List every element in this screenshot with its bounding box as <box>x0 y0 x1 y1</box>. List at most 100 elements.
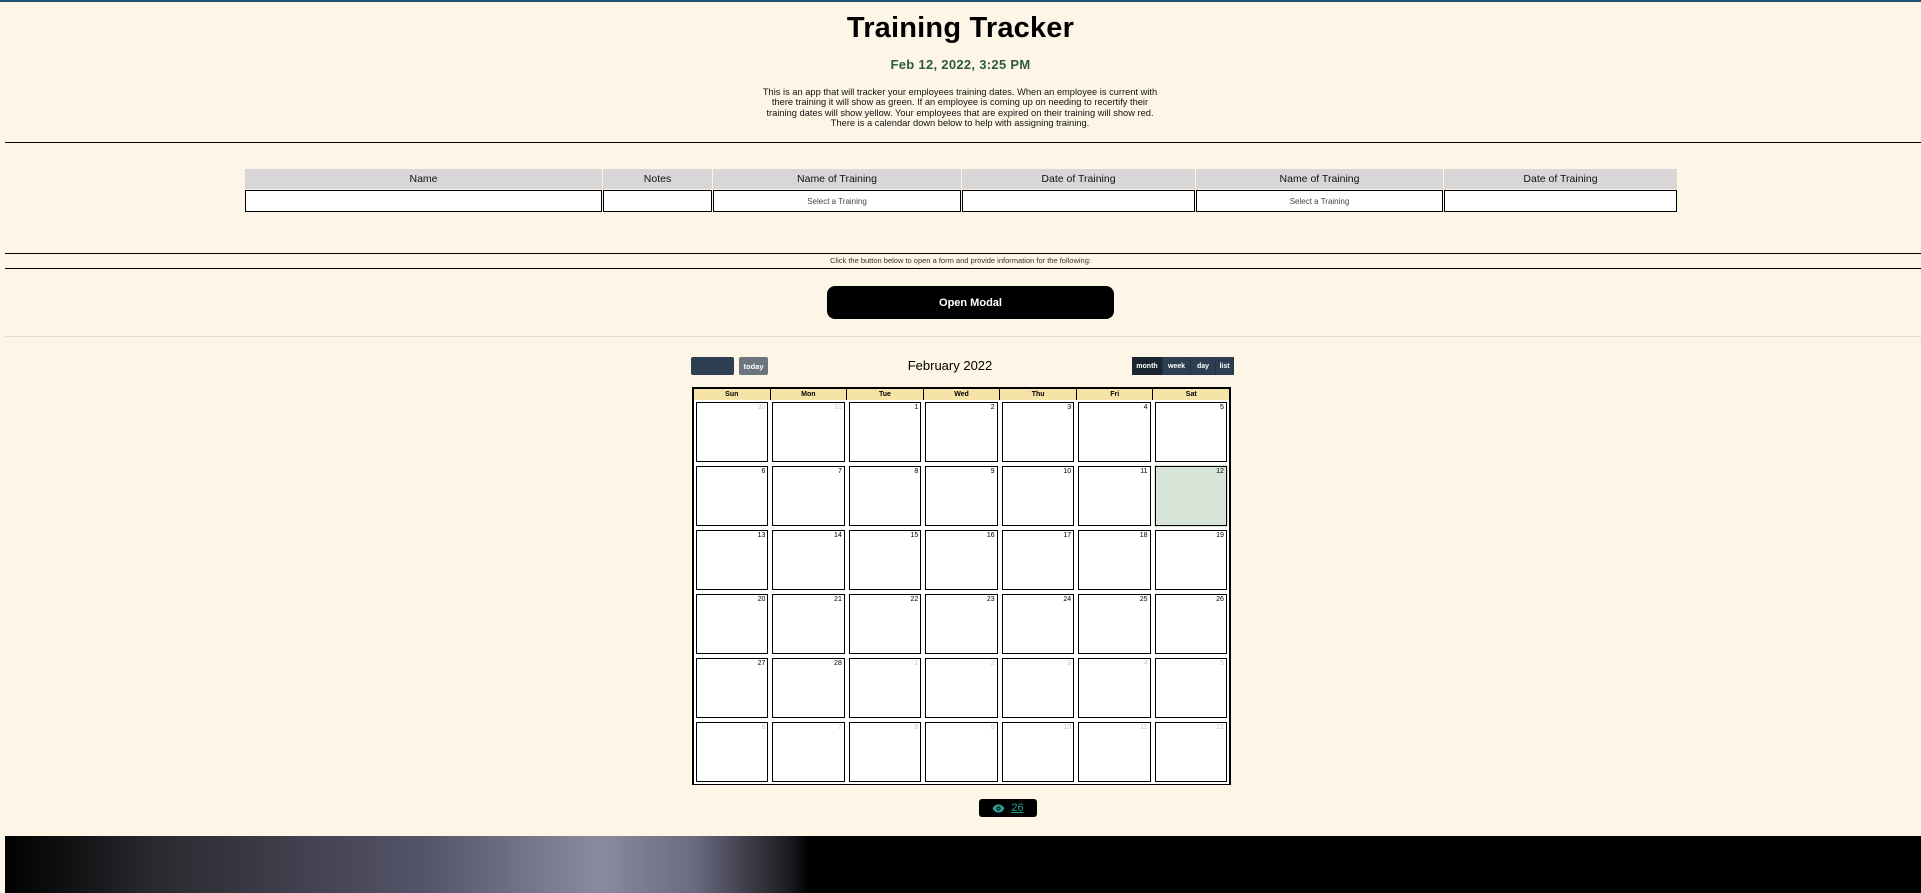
calendar-day[interactable]: 11 <box>1076 464 1153 528</box>
divider <box>5 253 1921 254</box>
calendar-day[interactable]: 23 <box>923 592 1000 656</box>
calendar-day[interactable]: 1 <box>846 400 924 464</box>
employee-training-table: Name Notes Name of Training Date of Trai… <box>244 168 1678 213</box>
calendar-week-row: 13 14 15 16 17 18 19 <box>694 528 1229 592</box>
notes-input[interactable] <box>603 190 712 212</box>
view-list-button[interactable]: list <box>1216 357 1234 375</box>
table-row: Select a Training Select a Training <box>245 190 1677 212</box>
calendar-day[interactable]: 20 <box>694 592 771 656</box>
day-number: 30 <box>757 404 766 411</box>
day-number: 11 <box>1140 724 1148 731</box>
top-border <box>0 0 1921 2</box>
calendar-day[interactable]: 9 <box>923 720 1000 784</box>
day-number: 26 <box>1216 596 1224 603</box>
calendar-day[interactable]: 7 <box>770 464 847 528</box>
calendar-day[interactable]: 3 <box>999 400 1077 464</box>
calendar-day[interactable]: 21 <box>770 592 847 656</box>
calendar-day[interactable]: 6 <box>694 464 771 528</box>
day-number: 5 <box>1220 660 1224 667</box>
training-date-input-1[interactable] <box>962 190 1195 212</box>
calendar-day[interactable]: 10 <box>999 720 1077 784</box>
dow-sat: Sat <box>1185 391 1197 398</box>
day-number: 27 <box>757 660 766 667</box>
day-number: 11 <box>1140 468 1148 475</box>
calendar-day-today[interactable]: 12 <box>1152 464 1229 528</box>
column-header-training-name-2: Name of Training <box>1196 169 1443 189</box>
calendar-weeks: 30 31 1 2 3 4 5 6 7 8 9 10 11 12 13 14 15 16 17 18 19 20 21 22 2… <box>694 400 1229 784</box>
calendar-day[interactable]: 8 <box>846 464 924 528</box>
calendar-day[interactable]: 26 <box>1152 592 1229 656</box>
view-month-button[interactable]: month <box>1132 357 1163 375</box>
prev-next-button-group[interactable] <box>691 357 734 375</box>
calendar-day[interactable]: 24 <box>999 592 1077 656</box>
day-number: 2 <box>990 404 995 411</box>
training-select-2[interactable]: Select a Training <box>1196 190 1443 212</box>
calendar-day[interactable]: 4 <box>1076 400 1153 464</box>
calendar-day[interactable]: 1 <box>846 656 924 720</box>
calendar-day[interactable]: 18 <box>1076 528 1153 592</box>
day-number: 7 <box>837 724 842 731</box>
calendar-week-row: 6 7 8 9 10 11 12 <box>694 464 1229 528</box>
day-number: 24 <box>1063 596 1072 603</box>
calendar-day[interactable]: 17 <box>999 528 1077 592</box>
calendar-day[interactable]: 22 <box>846 592 924 656</box>
calendar-day[interactable]: 4 <box>1076 656 1153 720</box>
day-number: 1 <box>914 660 919 667</box>
day-number: 31 <box>834 404 842 411</box>
calendar-day[interactable]: 16 <box>923 528 1000 592</box>
day-number: 12 <box>1216 724 1224 731</box>
calendar-day[interactable]: 7 <box>770 720 847 784</box>
day-number: 5 <box>1220 404 1224 411</box>
calendar-day[interactable]: 15 <box>846 528 924 592</box>
day-number: 23 <box>986 596 995 603</box>
day-number: 9 <box>990 468 995 475</box>
divider <box>5 142 1921 143</box>
app-description: This is an app that will tracker your em… <box>762 87 1158 128</box>
calendar-day[interactable]: 9 <box>923 464 1000 528</box>
training-select-1[interactable]: Select a Training <box>713 190 961 212</box>
calendar-day[interactable]: 11 <box>1076 720 1153 784</box>
day-number: 8 <box>914 468 919 475</box>
calendar-day[interactable]: 13 <box>694 528 771 592</box>
calendar-title: February 2022 <box>907 358 993 373</box>
page-title: Training Tracker <box>846 12 1075 44</box>
calendar-day[interactable]: 28 <box>770 656 847 720</box>
calendar-day[interactable]: 2 <box>923 656 1000 720</box>
training-date-input-2[interactable] <box>1444 190 1677 212</box>
calendar-view-switcher: month week day list <box>1132 357 1234 375</box>
calendar-day[interactable]: 5 <box>1152 400 1229 464</box>
calendar-day[interactable]: 12 <box>1152 720 1229 784</box>
calendar-day[interactable]: 10 <box>999 464 1077 528</box>
calendar-day[interactable]: 25 <box>1076 592 1153 656</box>
name-input[interactable] <box>245 190 602 212</box>
calendar-week-row: 6 7 8 9 10 11 12 <box>694 720 1229 784</box>
calendar-day[interactable]: 3 <box>999 656 1077 720</box>
view-day-button[interactable]: day <box>1191 357 1216 375</box>
today-button[interactable]: today <box>739 357 768 375</box>
calendar-day[interactable]: 30 <box>694 400 771 464</box>
divider <box>5 268 1921 269</box>
day-number: 1 <box>914 404 919 411</box>
day-number: 2 <box>990 660 995 667</box>
calendar-day[interactable]: 27 <box>694 656 771 720</box>
day-number: 4 <box>1143 404 1148 411</box>
column-header-notes: Notes <box>603 169 712 189</box>
view-week-button[interactable]: week <box>1163 357 1191 375</box>
day-number: 17 <box>1063 532 1072 539</box>
day-number: 20 <box>757 596 766 603</box>
calendar-day[interactable]: 31 <box>770 400 847 464</box>
day-number: 16 <box>986 532 995 539</box>
calendar-day[interactable]: 19 <box>1152 528 1229 592</box>
calendar-week-row: 27 28 1 2 3 4 5 <box>694 656 1229 720</box>
column-header-training-date-2: Date of Training <box>1444 169 1677 189</box>
calendar-day[interactable]: 6 <box>694 720 771 784</box>
calendar-day[interactable]: 5 <box>1152 656 1229 720</box>
day-number: 13 <box>757 532 766 539</box>
day-number: 3 <box>1067 404 1072 411</box>
calendar-day[interactable]: 2 <box>923 400 1000 464</box>
view-count: 26 <box>1011 802 1024 814</box>
calendar-day[interactable]: 14 <box>770 528 847 592</box>
day-number: 4 <box>1143 660 1148 667</box>
calendar-day[interactable]: 8 <box>846 720 924 784</box>
open-modal-button[interactable]: Open Modal <box>827 286 1114 319</box>
